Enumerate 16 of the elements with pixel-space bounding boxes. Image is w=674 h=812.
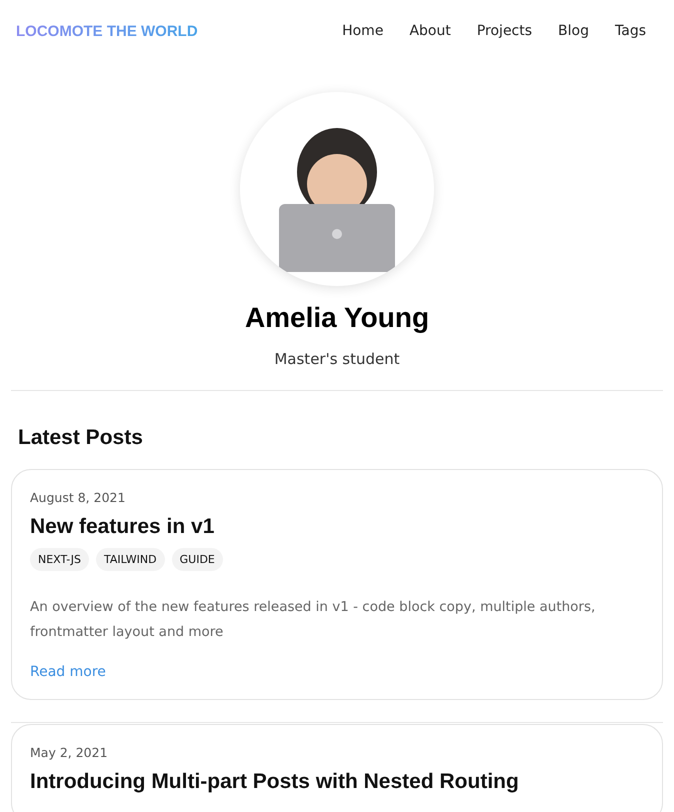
section-title: Latest Posts [18,426,144,450]
post-title[interactable]: Introducing Multi-part Posts with Nested Routing [30,770,644,794]
tag-chip[interactable]: TAILWIND [96,548,165,571]
nav-link[interactable]: Tags [615,23,646,39]
tag-chip[interactable]: GUIDE [172,548,223,571]
post-title[interactable]: New features in v1 [30,515,644,539]
nav-link[interactable]: Projects [476,23,532,39]
nav-link[interactable]: Home [342,23,384,39]
post-date: May 2, 2021 [30,745,109,760]
profile-name: Amelia Young [244,302,430,334]
profile-role: Master's student [274,350,400,368]
nav-link[interactable]: Blog [558,23,589,39]
tag-chip[interactable]: NEXT-JS [30,548,90,571]
post-date: August 8, 2021 [30,490,126,505]
post-summary: An overview of the new features released in v1 - code block copy, multiple authors, frontmatter layout and more [30,598,596,642]
nav-link[interactable]: About [409,23,451,39]
